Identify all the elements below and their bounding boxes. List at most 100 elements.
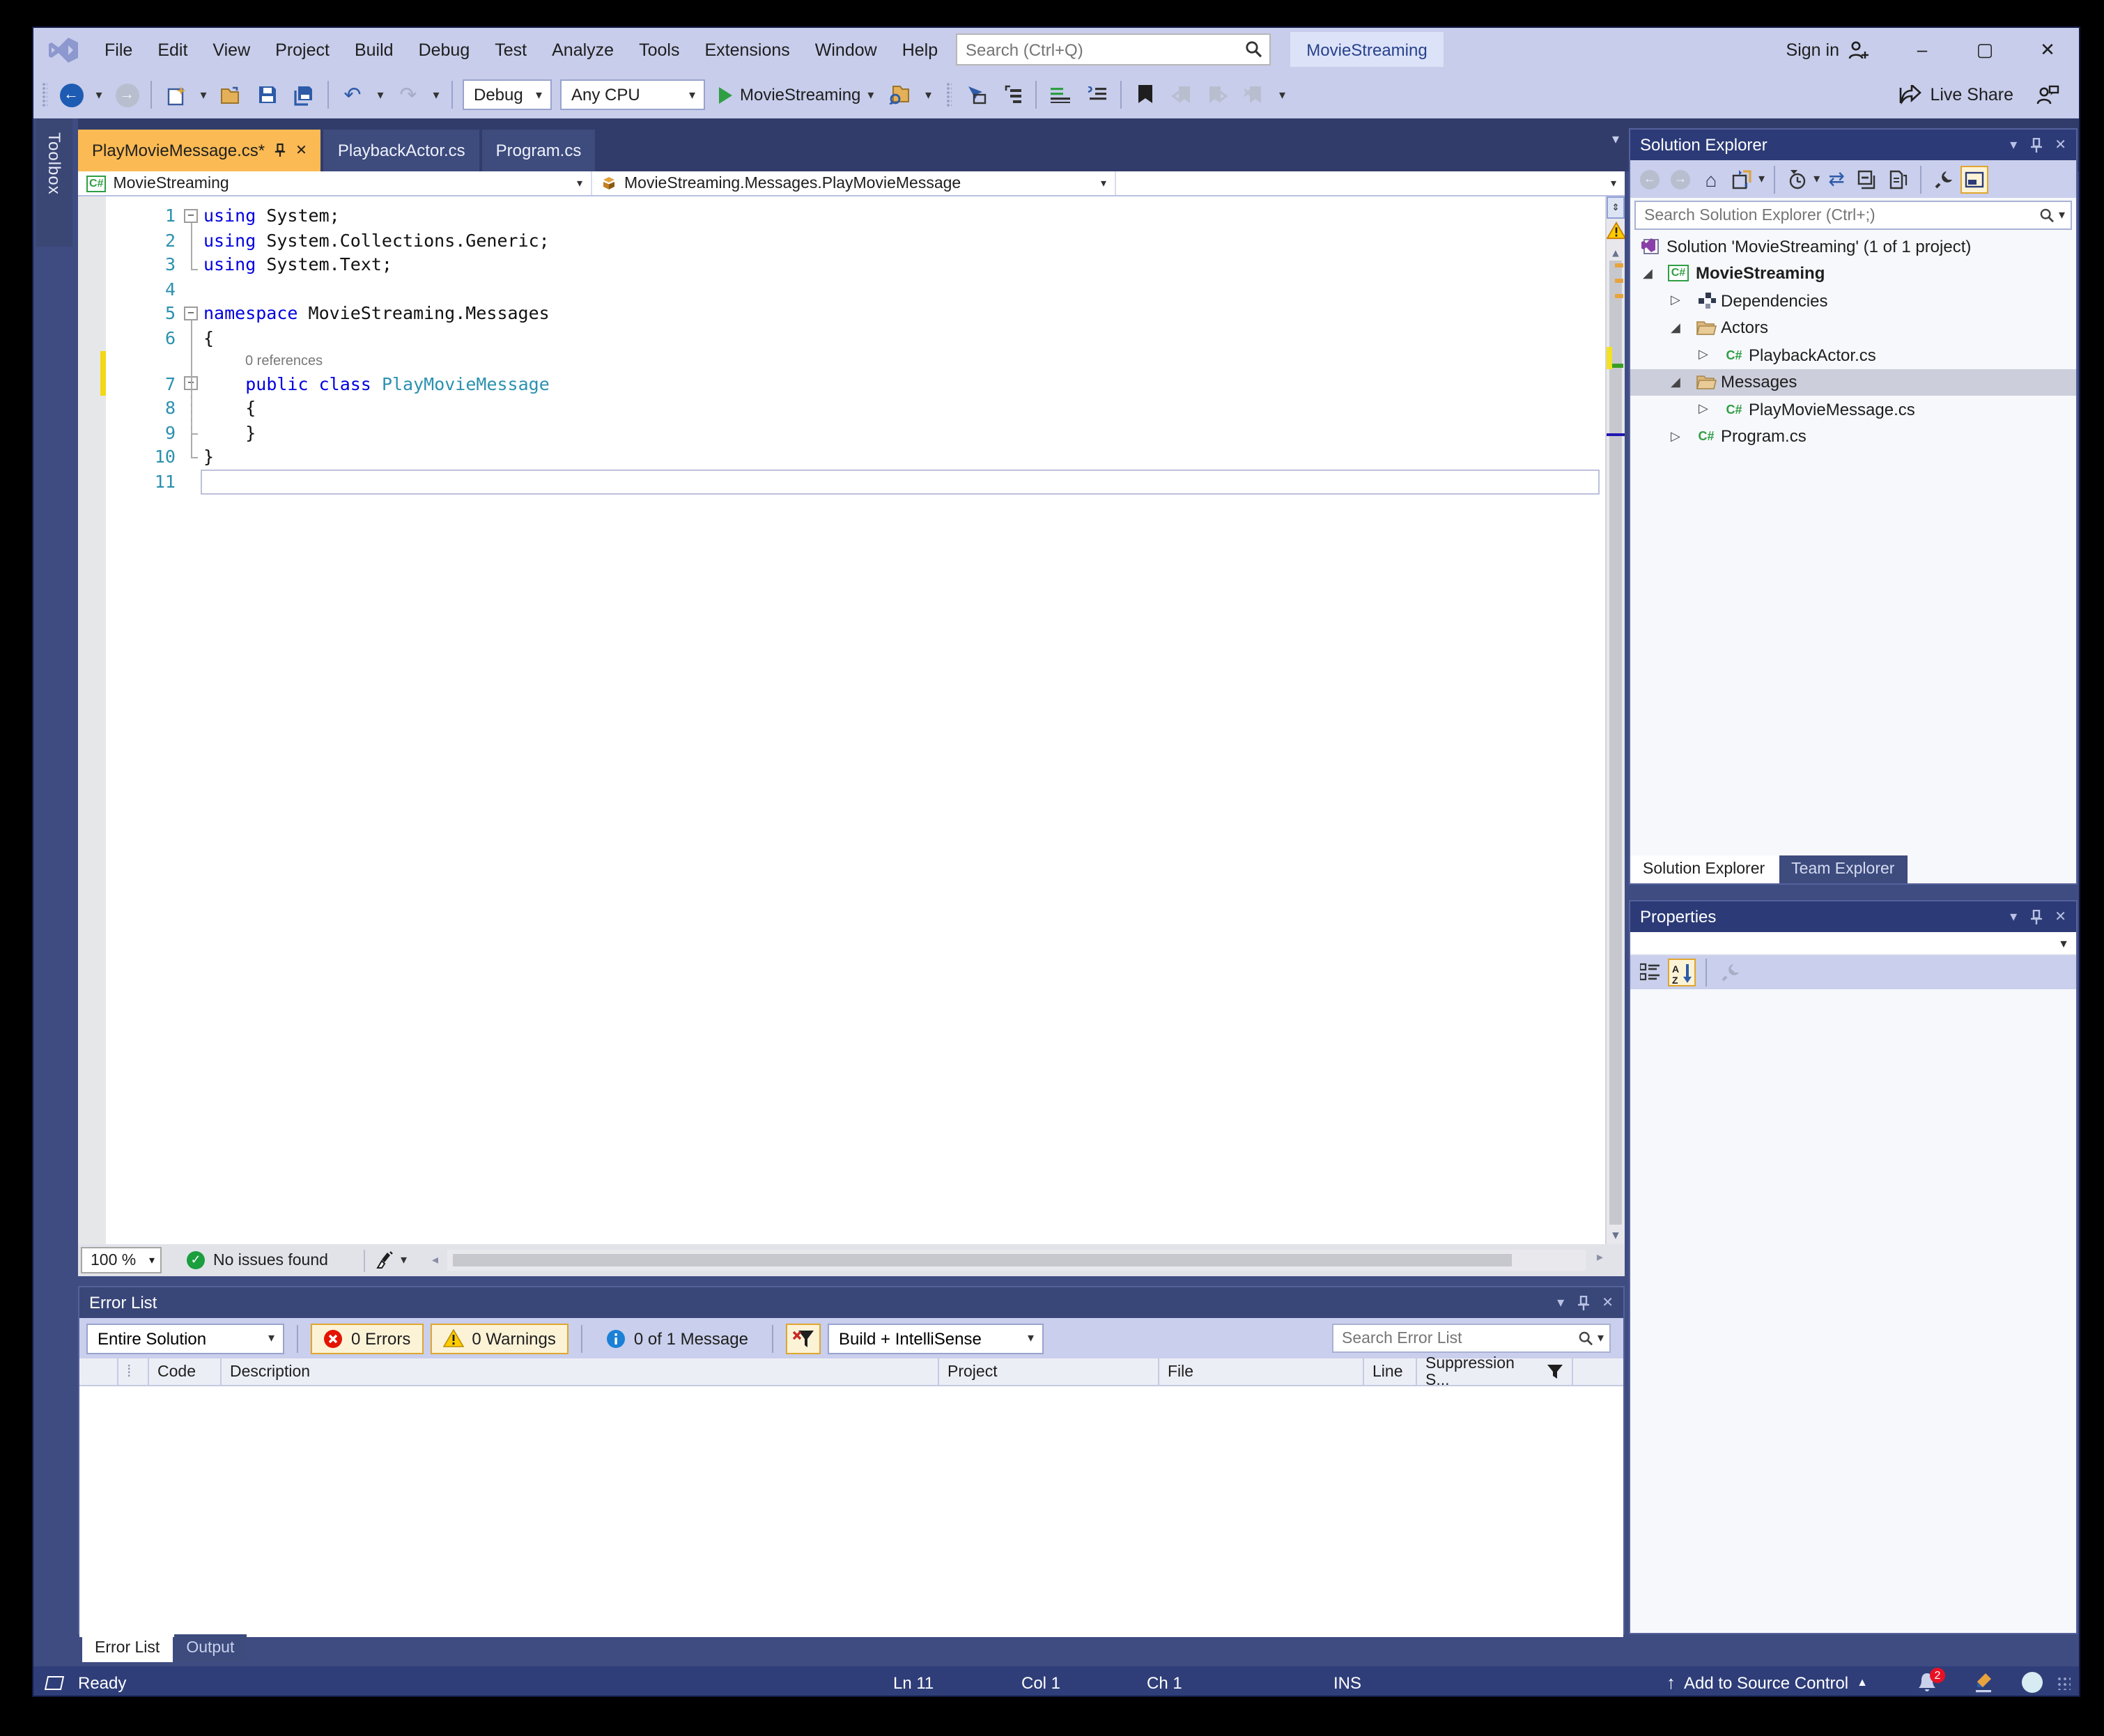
user-presence-indicator[interactable]	[2022, 1666, 2043, 1697]
redo-dropdown[interactable]: ▾	[428, 78, 444, 111]
menu-tools[interactable]: Tools	[626, 28, 692, 71]
col-project[interactable]: Project	[939, 1358, 1159, 1385]
se-properties-button[interactable]	[1930, 165, 1958, 193]
error-list-search-input[interactable]	[1333, 1330, 1575, 1347]
feedback-icon[interactable]	[2036, 85, 2059, 104]
add-to-source-control-button[interactable]: ↑ Add to Source Control ▲	[1666, 1666, 1868, 1697]
tree-item-playmoviemessage-cs[interactable]: ▷C#PlayMovieMessage.cs	[1630, 396, 2076, 423]
decrease-indent-button[interactable]	[1044, 78, 1077, 111]
expander-expanded-icon[interactable]: ◢	[1671, 375, 1680, 390]
se-home-button[interactable]: ⌂	[1697, 165, 1725, 193]
menu-debug[interactable]: Debug	[406, 28, 483, 71]
scrollbar-thumb[interactable]	[1609, 261, 1622, 1225]
messages-filter-button[interactable]: 0 of 1 Message	[595, 1323, 759, 1354]
expander-collapsed-icon[interactable]: ▷	[1699, 402, 1708, 417]
status-column[interactable]: Col 1	[1021, 1666, 1060, 1697]
se-forward-button[interactable]: →	[1666, 165, 1694, 193]
se-switch-views-dropdown[interactable]: ▾	[1758, 171, 1765, 187]
menu-file[interactable]: File	[92, 28, 145, 71]
status-line[interactable]: Ln 11	[893, 1666, 934, 1697]
code-line[interactable]: }	[203, 421, 256, 445]
menu-project[interactable]: Project	[263, 28, 342, 71]
editor-split-handle[interactable]: ⇕	[1607, 196, 1625, 219]
se-search-dropdown[interactable]: ▾	[2059, 208, 2071, 223]
find-dropdown[interactable]: ▾	[920, 78, 936, 111]
properties-options-dropdown[interactable]: ▾	[2010, 909, 2017, 924]
live-share-button[interactable]: Live Share	[1930, 85, 2013, 104]
se-sync-with-active-document-button[interactable]: ⇄	[1823, 165, 1850, 193]
notifications-bell[interactable]: 2	[1917, 1666, 1937, 1697]
resize-grip[interactable]	[2057, 1675, 2071, 1689]
pin-icon[interactable]	[2029, 137, 2042, 153]
navigate-structure-button[interactable]	[995, 78, 1028, 111]
properties-alphabetical-button[interactable]: AZ	[1668, 959, 1696, 986]
tab-playmoviemessage-cs-[interactable]: PlayMovieMessage.cs*✕	[78, 130, 321, 171]
properties-object-dropdown[interactable]: ▼	[1630, 932, 2076, 956]
find-in-files-button[interactable]	[883, 78, 917, 111]
code-line[interactable]: public class PlayMovieMessage	[203, 371, 550, 396]
save-all-button[interactable]	[287, 78, 320, 111]
save-button[interactable]	[251, 78, 284, 111]
navigate-forward-button[interactable]: →	[110, 78, 144, 111]
menu-view[interactable]: View	[200, 28, 263, 71]
se-pending-changes-filter-button[interactable]	[1783, 165, 1811, 193]
new-project-dropdown[interactable]: ▾	[195, 78, 212, 111]
close-button[interactable]: ✕	[2016, 28, 2079, 71]
hscroll-left-arrow[interactable]: ◂	[426, 1253, 444, 1268]
code-line[interactable]: using System.Text;	[203, 252, 392, 277]
code-editor[interactable]: 1using System;−2using System.Collections…	[78, 196, 1625, 1244]
hscroll-right-arrow[interactable]: ▸	[1591, 1250, 1609, 1265]
panel-options-dropdown[interactable]: ▾	[2010, 137, 2017, 153]
toolbar-grip[interactable]	[42, 82, 47, 107]
suppression-filter-icon[interactable]	[1527, 1364, 1563, 1379]
code-line[interactable]: {	[203, 396, 256, 420]
error-search-dropdown[interactable]: ▾	[1598, 1331, 1609, 1346]
redo-button[interactable]: ↷	[392, 78, 425, 111]
clear-bookmarks-button[interactable]	[1237, 78, 1271, 111]
solution-configuration-dropdown[interactable]: Debug▾	[463, 79, 552, 110]
menu-test[interactable]: Test	[482, 28, 539, 71]
undo-button[interactable]: ↶	[336, 78, 369, 111]
error-list-close-icon[interactable]: ✕	[1602, 1295, 1614, 1310]
tab-program-cs[interactable]: Program.cs	[482, 130, 596, 171]
tree-item-messages[interactable]: ◢Messages	[1630, 369, 2076, 396]
quick-search-input[interactable]	[957, 40, 1244, 59]
editor-zoom-dropdown[interactable]: 100 %▾	[81, 1247, 162, 1273]
code-line[interactable]: using System.Collections.Generic;	[203, 228, 550, 252]
se-back-button[interactable]: ←	[1636, 165, 1664, 193]
new-project-button[interactable]	[159, 78, 192, 111]
menu-help[interactable]: Help	[890, 28, 950, 71]
navbar-type-dropdown[interactable]: MovieStreaming.Messages.PlayMovieMessage…	[592, 171, 1116, 195]
tree-item-playbackactor-cs[interactable]: ▷C#PlaybackActor.cs	[1630, 341, 2076, 369]
tree-item-actors[interactable]: ◢Actors	[1630, 314, 2076, 341]
tab-playbackactor-cs[interactable]: PlaybackActor.cs	[324, 130, 479, 171]
scroll-up-arrow[interactable]: ▲	[1607, 247, 1625, 259]
warnings-filter-button[interactable]: 0 Warnings	[430, 1323, 568, 1354]
codelens-references[interactable]: 0 references	[245, 353, 323, 369]
minimize-button[interactable]: –	[1891, 28, 1954, 71]
properties-property-pages-button[interactable]	[1717, 959, 1745, 986]
se-show-all-files-button[interactable]	[1884, 165, 1912, 193]
code-line[interactable]: namespace MovieStreaming.Messages	[203, 302, 550, 326]
document-health-indicator[interactable]: ✓ No issues found	[187, 1251, 328, 1269]
expander-collapsed-icon[interactable]: ▷	[1671, 429, 1680, 444]
fold-collapse-glyph[interactable]: −	[184, 208, 198, 222]
se-switch-views-button[interactable]	[1728, 165, 1756, 193]
code-line[interactable]: using System;	[203, 203, 340, 228]
properties-pin-icon[interactable]	[2029, 909, 2042, 924]
navigate-backward-button[interactable]: ←	[54, 78, 88, 111]
menu-build[interactable]: Build	[342, 28, 406, 71]
horizontal-scrollbar[interactable]	[447, 1250, 1586, 1271]
panel-tab-solution-explorer[interactable]: Solution Explorer	[1630, 855, 1777, 883]
toolbox-tab-label[interactable]: Toolbox	[45, 132, 64, 195]
next-bookmark-button[interactable]	[1201, 78, 1235, 111]
error-source-dropdown[interactable]: Build + IntelliSense▾	[828, 1323, 1044, 1354]
maximize-button[interactable]: ▢	[1954, 28, 2016, 71]
tree-item-dependencies[interactable]: ▷Dependencies	[1630, 287, 2076, 314]
col-line[interactable]: Line	[1364, 1358, 1417, 1385]
background-tasks-icon[interactable]	[45, 1675, 64, 1689]
undo-dropdown[interactable]: ▾	[372, 78, 389, 111]
error-list-search-box[interactable]: ▾	[1332, 1324, 1611, 1353]
navbar-member-dropdown[interactable]: ▾	[1116, 171, 1625, 195]
menu-analyze[interactable]: Analyze	[539, 28, 626, 71]
